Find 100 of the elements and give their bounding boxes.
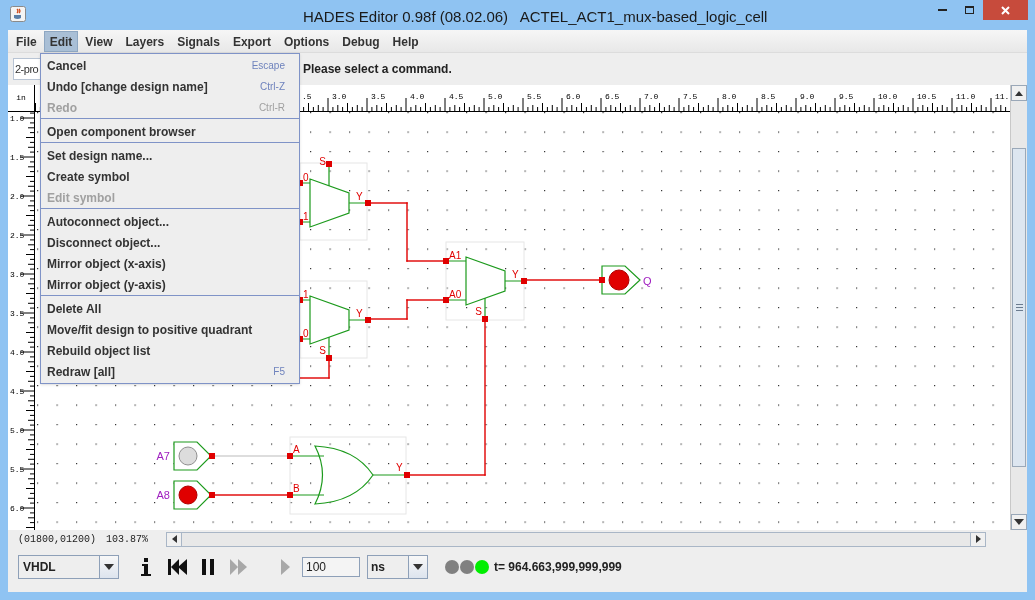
ruler-label: 9.0 [800, 92, 815, 101]
ruler-label: 10.0 [878, 92, 898, 101]
menu-title[interactable]: Export [226, 31, 277, 52]
simulation-time: t= 964.663,999,999,999 [494, 559, 622, 576]
ruler-label: 2.5 [10, 231, 25, 240]
language-combo[interactable]: VHDL [18, 555, 119, 579]
ruler-label: 7.5 [683, 92, 698, 101]
menu-title[interactable]: View [79, 31, 119, 52]
dropdown-caret-icon [413, 564, 423, 570]
menu-title[interactable]: Edit [43, 31, 79, 52]
pin-label: S [319, 156, 326, 167]
vertical-scrollbar[interactable] [1010, 85, 1027, 530]
pin-label: Y [356, 191, 363, 202]
output-led-drawing [599, 265, 641, 295]
right-arrow-icon [975, 535, 981, 543]
window-title: HADES Editor 0.98f (08.02.06) ACTEL_ACT1_mux-based_logic_cell [303, 7, 768, 27]
ruler-label: 4.5 [449, 92, 464, 101]
pin-label: S [475, 306, 482, 317]
ruler-label: 7.0 [644, 92, 659, 101]
menu-item[interactable]: Disconnect object... [41, 232, 299, 253]
ruler-label: 8.5 [761, 92, 776, 101]
ruler-label: 6.5 [605, 92, 620, 101]
pin-label: Y [356, 308, 363, 319]
menu-item[interactable]: Move/fit design to positive quadrant [41, 319, 299, 340]
menu-item[interactable]: Mirror object (y-axis) [41, 274, 299, 295]
menu-item[interactable]: Rebuild object list [41, 340, 299, 361]
input-switch-drawing[interactable] [173, 480, 215, 510]
menu-item[interactable]: Undo [change design name] Ctrl-Z [41, 76, 299, 97]
shortcut-label: Escape [251, 59, 285, 73]
pin-label: Q [643, 275, 652, 287]
menu-item[interactable]: Redraw [all] F5 [41, 361, 299, 382]
ruler-label: 5.5 [527, 92, 542, 101]
menu-item[interactable]: Create symbol [41, 166, 299, 187]
menu-title[interactable]: File [10, 31, 43, 52]
close-button[interactable] [983, 0, 1028, 20]
horizontal-scrollbar[interactable] [166, 531, 987, 547]
zoom-level: 103.87% [106, 532, 149, 547]
ruler-unit: in [16, 92, 26, 104]
pin-label: 1 [303, 289, 309, 300]
shortcut-label: F5 [273, 365, 285, 379]
java-cup-icon [10, 6, 26, 22]
unit-combo[interactable]: ns [367, 555, 428, 579]
ruler-label: 6.0 [10, 504, 25, 513]
ruler-label: 3.0 [332, 92, 347, 101]
rewind-icon[interactable] [168, 559, 187, 575]
pin-label: A1 [449, 250, 462, 261]
ruler-label: 11. [995, 92, 1010, 101]
design-combo[interactable]: 2-pro [13, 58, 41, 80]
status-message: Please select a command. [303, 61, 452, 78]
ruler-label: 3.0 [10, 270, 25, 279]
pin-label: Y [396, 462, 403, 473]
menu-item[interactable]: Cancel Escape [41, 55, 299, 76]
pin-label: 0 [303, 172, 309, 183]
ruler-label: .5 [302, 92, 312, 101]
pin-label: A [293, 444, 300, 455]
menu-title[interactable]: Help [386, 31, 425, 52]
ruler-label: 4.0 [10, 348, 25, 357]
left-arrow-icon [171, 535, 177, 543]
menu-item[interactable]: Open component browser [41, 121, 299, 142]
maximize-icon [965, 6, 974, 14]
pin-label: S [319, 345, 326, 356]
pin-label: A8 [156, 489, 170, 501]
menu-item[interactable]: Autoconnect object... [41, 211, 299, 232]
ruler-label: 5.0 [488, 92, 503, 101]
pin-label: A7 [156, 450, 170, 462]
ruler-label: 1.0 [10, 114, 25, 123]
ruler-label: 8.0 [722, 92, 737, 101]
menu-title[interactable]: Debug [336, 31, 386, 52]
menu-title[interactable]: Options [277, 31, 336, 52]
menu-item[interactable]: Mirror object (x-axis) [41, 253, 299, 274]
scroll-right-button[interactable] [970, 532, 986, 546]
pin-label: 0 [303, 328, 309, 339]
cursor-coordinates: (01800,01200) [18, 532, 96, 547]
menu-title[interactable]: Signals [171, 31, 226, 52]
menu-item[interactable]: Set design name... [41, 145, 299, 166]
ruler-label: 11.0 [956, 92, 976, 101]
scroll-thumb[interactable] [1012, 148, 1026, 467]
up-arrow-icon [1015, 90, 1023, 96]
ruler-label: 2.0 [10, 192, 25, 201]
ruler-label: 5.5 [10, 465, 25, 474]
input-switch-drawing[interactable] [173, 441, 215, 471]
ruler-label: 3.5 [10, 309, 25, 318]
down-arrow-icon [1014, 519, 1024, 525]
info-icon[interactable] [140, 557, 152, 577]
ruler-label: 6.0 [566, 92, 581, 101]
scroll-up-button[interactable] [1011, 85, 1027, 101]
pause-icon[interactable] [202, 559, 214, 575]
scroll-left-button[interactable] [167, 532, 183, 546]
step-field[interactable]: 100 [302, 557, 360, 577]
menu-item[interactable]: Delete All [41, 298, 299, 319]
pin-label: A0 [449, 289, 462, 300]
pin-label: 1 [303, 211, 309, 222]
shortcut-label: Ctrl-R [258, 101, 285, 115]
menu-title[interactable]: Layers [119, 31, 171, 52]
ruler-label: 4.5 [10, 387, 25, 396]
ruler-label: 4.0 [410, 92, 425, 101]
ruler-label: 9.5 [839, 92, 854, 101]
pin-label: B [293, 483, 300, 494]
ruler-label: 1.5 [10, 153, 25, 162]
scroll-down-button[interactable] [1011, 514, 1027, 530]
